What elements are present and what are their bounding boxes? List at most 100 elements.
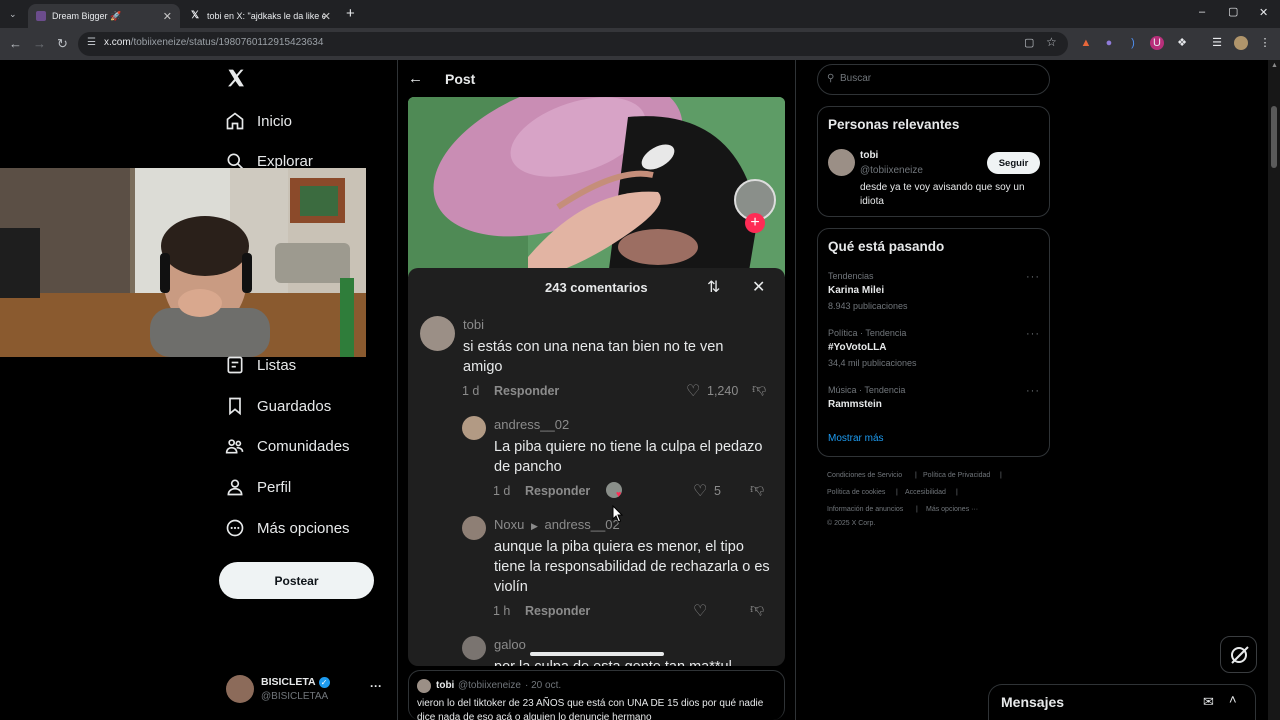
tab-tobi-post[interactable]: 𝕏 tobi en X: "ajdkaks le da like el ✕ <box>183 4 339 28</box>
trend-more-icon[interactable]: ··· <box>1026 385 1040 397</box>
footer-link[interactable]: Condiciones de Servicio <box>827 472 902 479</box>
forward-icon[interactable]: → <box>33 36 46 52</box>
comment-username-row: Noxu ▶ andress__02 <box>494 517 620 532</box>
show-more-link[interactable]: Mostrar más <box>828 433 884 444</box>
nav-profile[interactable]: Perfil <box>225 473 291 501</box>
heart-icon[interactable]: ♡ <box>693 481 707 501</box>
quote-author-name: tobi <box>436 680 455 691</box>
x-logo[interactable] <box>226 68 248 92</box>
extension-fox-icon[interactable]: ▲ <box>1079 36 1093 50</box>
avatar[interactable] <box>420 316 455 351</box>
trend-item[interactable]: Música · Tendencia Rammstein ··· <box>818 383 1049 417</box>
footer-link[interactable]: Más opciones ··· <box>926 506 978 513</box>
new-tab-button[interactable]: + <box>346 5 355 22</box>
comment-text: aunque la piba quiera es menor, el tipo … <box>494 539 770 595</box>
comment-username[interactable]: Noxu <box>494 517 524 532</box>
close-icon[interactable]: ✕ <box>752 277 765 297</box>
tab-favicon-icon <box>36 11 46 21</box>
new-message-icon[interactable]: ✉ <box>1203 694 1214 710</box>
install-app-icon[interactable]: ▢ <box>1024 36 1034 49</box>
search-input[interactable]: ⚲ Buscar <box>817 64 1050 95</box>
browser-menu-icon[interactable]: ⋮ <box>1258 36 1272 50</box>
heart-icon[interactable]: ♡ <box>686 381 700 401</box>
reply-button[interactable]: Responder <box>494 384 559 398</box>
dislike-icon[interactable]: 👎︎ <box>750 480 764 497</box>
tab-dream-bigger[interactable]: Dream Bigger 🚀 ✕ <box>28 4 180 28</box>
minimize-button[interactable]: – <box>1199 6 1205 18</box>
comment-username[interactable]: andress__02 <box>494 417 569 432</box>
bookmark-icon <box>229 397 241 416</box>
tab-close-icon[interactable]: ✕ <box>163 10 172 23</box>
post-button[interactable]: Postear <box>219 562 374 599</box>
page-scrollbar[interactable]: ▲ <box>1268 60 1280 720</box>
nav-bookmarks[interactable]: Guardados <box>225 392 331 420</box>
footer-link[interactable]: Accesibilidad <box>905 489 946 496</box>
back-icon[interactable]: ← <box>9 36 22 52</box>
extensions-puzzle-icon[interactable]: ❖ <box>1175 36 1189 50</box>
media-controls-icon[interactable]: ☰ <box>1210 36 1224 50</box>
reload-icon[interactable]: ↻ <box>57 36 68 52</box>
video-player[interactable]: + <box>408 97 785 277</box>
scrollbar-thumb[interactable] <box>1271 106 1277 168</box>
footer-link[interactable]: Política de cookies <box>827 489 885 496</box>
reply-button[interactable]: Responder <box>525 604 590 618</box>
person-name[interactable]: tobi <box>860 150 878 161</box>
list-icon <box>227 356 243 374</box>
close-window-button[interactable]: ✕ <box>1259 6 1268 19</box>
scroll-up-icon[interactable]: ▲ <box>1271 62 1278 69</box>
nav-lists[interactable]: Listas <box>225 351 296 379</box>
profile-avatar-icon[interactable] <box>1234 36 1248 50</box>
reply-to-username[interactable]: andress__02 <box>545 517 620 532</box>
trend-item[interactable]: Política · Tendencia #YoVotoLLA 34,4 mil… <box>818 326 1049 372</box>
maximize-button[interactable]: ▢ <box>1228 5 1238 18</box>
nav-communities[interactable]: Comunidades <box>225 432 350 460</box>
bookmark-star-icon[interactable]: ☆ <box>1046 35 1057 49</box>
scroll-handle[interactable] <box>530 652 664 656</box>
messages-title: Mensajes <box>1001 694 1065 710</box>
trend-item[interactable]: Tendencias Karina Milei 8.943 publicacio… <box>818 269 1049 315</box>
footer-link[interactable]: Política de Privacidad <box>923 472 990 479</box>
profile-icon <box>227 479 243 496</box>
expand-chevron-icon[interactable]: ˄ <box>1229 692 1237 707</box>
address-bar[interactable]: ☰ x.com/tobiixeneize/status/198076011291… <box>78 32 1068 56</box>
nav-more-options[interactable]: Más opciones <box>225 514 350 542</box>
avatar[interactable] <box>828 149 855 176</box>
nav-home[interactable]: Inicio <box>225 107 292 135</box>
quote-date: · 20 oct. <box>525 680 562 691</box>
back-arrow-icon[interactable]: ← <box>408 70 423 87</box>
comment-time: 1 d <box>462 384 480 398</box>
comment-username[interactable]: tobi <box>463 317 484 332</box>
footer-separator: | <box>1000 472 1002 479</box>
heart-icon[interactable]: ♡ <box>693 601 707 621</box>
search-icon: ⚲ <box>827 73 835 84</box>
avatar[interactable] <box>462 416 486 440</box>
tab-list-chevron-icon[interactable]: ⌄ <box>9 6 17 22</box>
like-count: 1,240 <box>707 384 739 398</box>
nav-label: Explorar <box>257 152 313 170</box>
avatar[interactable] <box>462 516 486 540</box>
avatar[interactable] <box>462 636 486 660</box>
dislike-icon[interactable]: 👎︎ <box>750 600 764 617</box>
sort-icon[interactable]: ⇅ <box>707 277 720 297</box>
trend-more-icon[interactable]: ··· <box>1026 328 1040 340</box>
dislike-icon[interactable]: 👎︎ <box>752 380 766 397</box>
comment-username[interactable]: galoo <box>494 637 526 652</box>
follow-plus-icon[interactable]: + <box>745 213 765 233</box>
footer-separator: | <box>896 489 898 496</box>
tab-close-icon[interactable]: ✕ <box>322 10 331 23</box>
relevant-people-card: Personas relevantes tobi @tobiixeneize d… <box>817 106 1050 217</box>
footer-link[interactable]: Información de anuncios <box>827 506 903 513</box>
account-more-icon[interactable]: ··· <box>370 679 382 693</box>
account-switcher[interactable]: BISICLETA ✓ @BISICLETAA ··· <box>226 674 386 706</box>
extension-shield-icon[interactable]: U <box>1150 36 1164 50</box>
trend-more-icon[interactable]: ··· <box>1026 271 1040 283</box>
extension-signal-icon[interactable]: ) <box>1126 36 1140 50</box>
grok-button[interactable] <box>1220 636 1257 673</box>
site-info-icon[interactable]: ☰ <box>87 37 96 48</box>
extension-planet-icon[interactable]: ● <box>1102 36 1116 50</box>
reply-button[interactable]: Responder <box>525 484 590 498</box>
nav-label: Listas <box>257 356 297 374</box>
quoted-post[interactable]: tobi @tobiixeneize · 20 oct. vieron lo d… <box>408 670 785 720</box>
messages-drawer[interactable]: Mensajes ✉ ˄ <box>988 684 1256 720</box>
follow-button[interactable]: Seguir <box>987 152 1040 174</box>
